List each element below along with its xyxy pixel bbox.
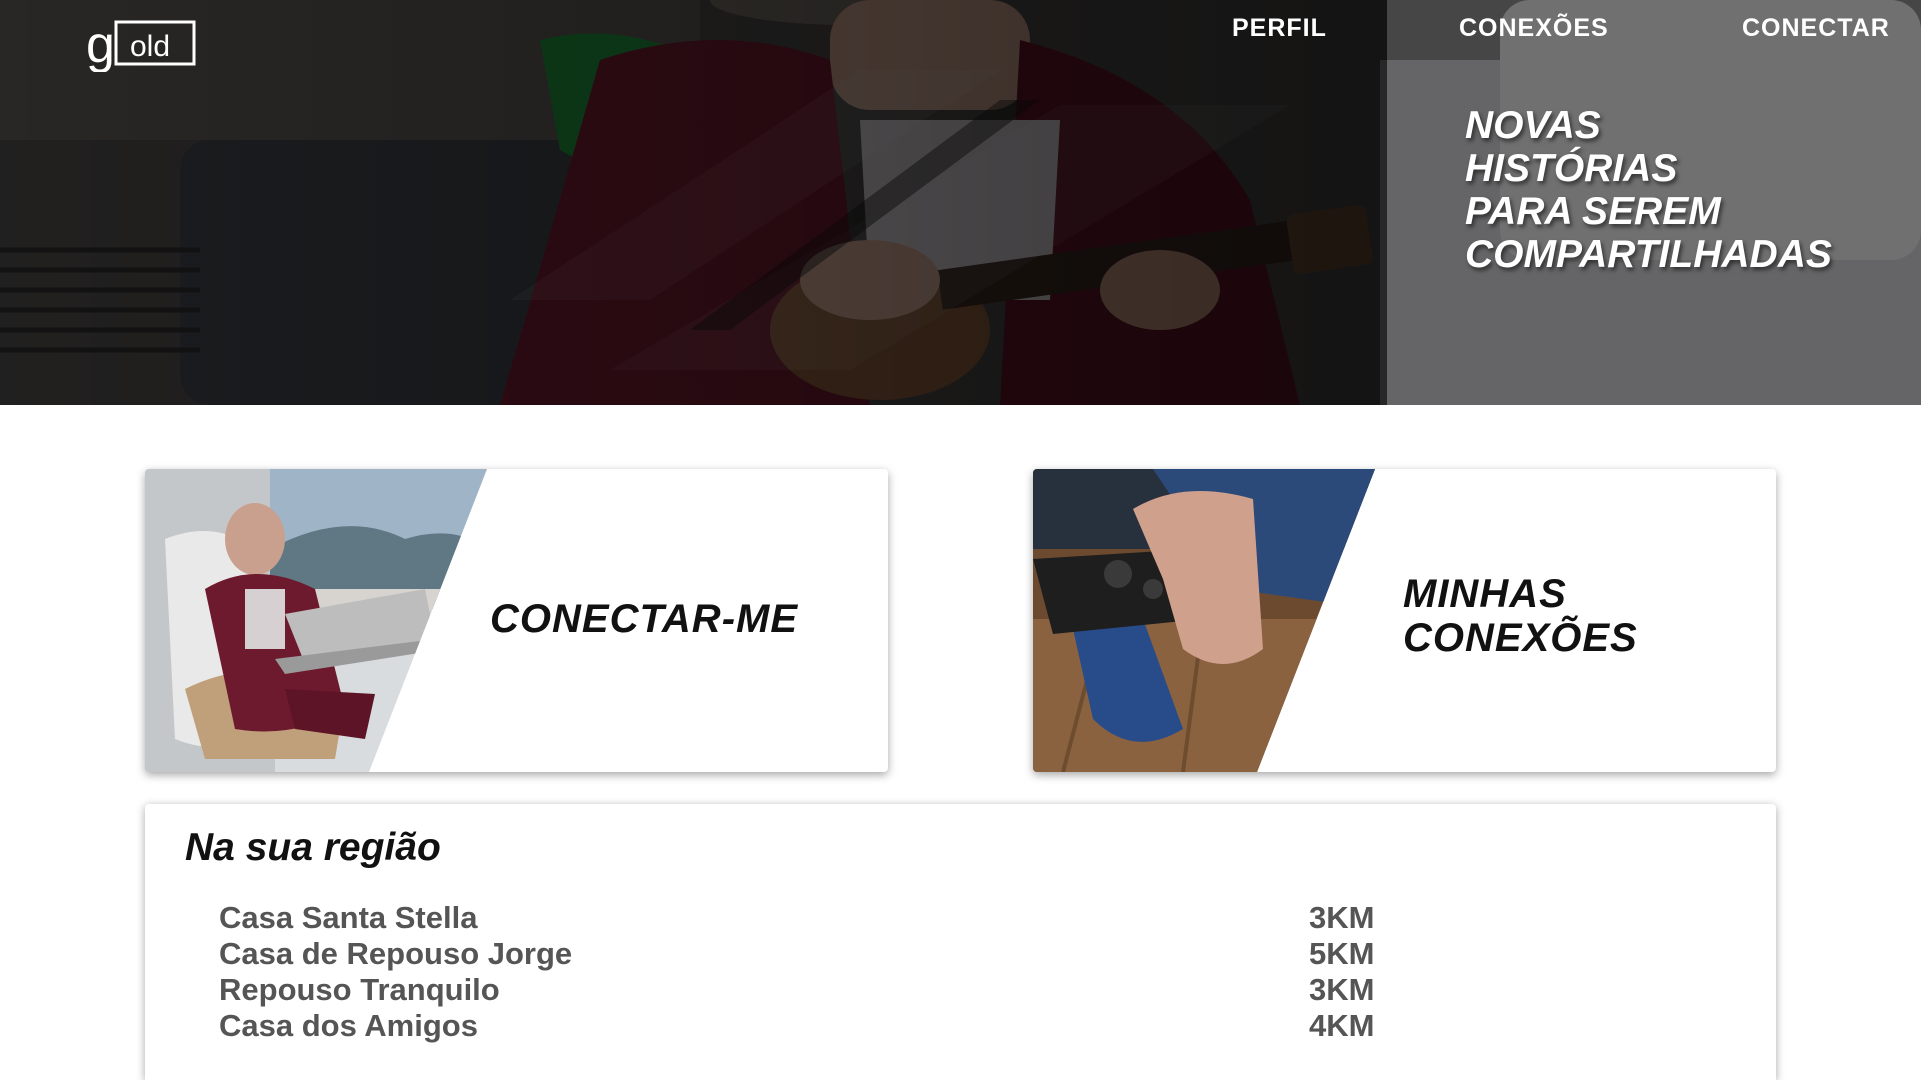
headline-line: NOVAS xyxy=(1465,104,1601,147)
region-title: Na sua região xyxy=(185,826,441,869)
place-name: Repouso Tranquilo xyxy=(219,972,500,1007)
place-name: Casa de Repouso Jorge xyxy=(219,936,573,971)
place-name: Casa Santa Stella xyxy=(219,900,478,935)
svg-text:g: g xyxy=(86,18,115,72)
headline-line: HISTÓRIAS xyxy=(1465,147,1678,190)
svg-text:old: old xyxy=(130,30,170,63)
place-name: Casa dos Amigos xyxy=(219,1008,478,1043)
gold-logo[interactable]: g old xyxy=(86,18,198,72)
my-connections-label: MINHAS CONEXÕES xyxy=(1403,572,1638,660)
nearby-places-panel: Na sua região Casa Santa Stella 3KM Casa… xyxy=(145,804,1776,1080)
headline-line: PARA SEREM xyxy=(1465,190,1721,233)
list-item[interactable]: Casa Santa Stella 3KM xyxy=(219,900,1519,936)
nearby-places-list: Casa Santa Stella 3KM Casa de Repouso Jo… xyxy=(219,900,1519,1044)
hero-dark-overlay xyxy=(0,0,1387,405)
list-item[interactable]: Repouso Tranquilo 3KM xyxy=(219,972,1519,1008)
my-connections-card[interactable]: MINHAS CONEXÕES xyxy=(1033,469,1776,772)
list-item[interactable]: Casa dos Amigos 4KM xyxy=(219,1008,1519,1044)
hero-banner: g old PERFIL CONEXÕES CONECTAR NOVAS HIS… xyxy=(0,0,1921,405)
hero-headline: NOVAS HISTÓRIAS PARA SEREM COMPARTILHADA… xyxy=(1465,104,1905,276)
place-distance: 5KM xyxy=(1309,936,1375,971)
place-distance: 3KM xyxy=(1309,900,1375,935)
connect-me-card[interactable]: CONECTAR-ME xyxy=(145,469,888,772)
list-item[interactable]: Casa de Repouso Jorge 5KM xyxy=(219,936,1519,972)
place-distance: 3KM xyxy=(1309,972,1375,1007)
headline-line: COMPARTILHADAS xyxy=(1465,233,1832,276)
nav-perfil[interactable]: PERFIL xyxy=(1232,14,1327,48)
place-distance: 4KM xyxy=(1309,1008,1375,1043)
nav-conexoes[interactable]: CONEXÕES xyxy=(1459,14,1609,48)
nav-conectar[interactable]: CONECTAR xyxy=(1742,14,1890,48)
connect-me-label: CONECTAR-ME xyxy=(490,597,799,641)
